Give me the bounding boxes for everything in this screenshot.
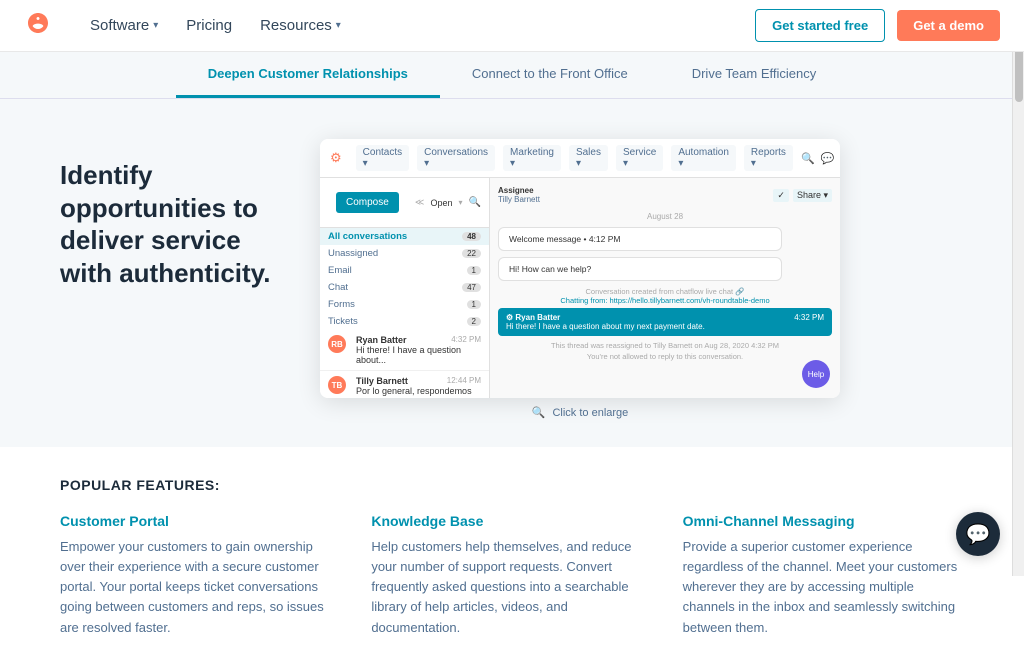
mock-nav-sales: Sales ▾: [569, 145, 608, 171]
chat-widget-button[interactable]: 💬: [956, 512, 1000, 556]
mock-search-icon: 🔍: [469, 197, 481, 208]
nav-resources[interactable]: Resources ▾: [246, 0, 355, 52]
mock-share-icon: Share ▾: [793, 189, 832, 202]
hubspot-logo[interactable]: [24, 9, 52, 43]
mock-system-no-reply: You're not allowed to reply to this conv…: [498, 352, 832, 361]
mock-message-howcanwehelp: Hi! How can we help?: [498, 257, 782, 281]
hero-section: Identify opportunities to deliver servic…: [0, 99, 1024, 447]
tab-drive-efficiency[interactable]: Drive Team Efficiency: [660, 52, 849, 98]
mock-assignee-label: Assignee: [498, 186, 540, 195]
mock-conv-name-tilly1: Tilly Barnett: [356, 376, 408, 386]
mock-conv-name-ryan: Ryan Batter: [356, 335, 407, 345]
mock-nav-conversations: Conversations ▾: [417, 145, 495, 171]
mock-conv-preview-tilly1: Por lo general, respondemos en u...: [356, 386, 481, 398]
feature-knowledge-base: Knowledge Base Help customers help thems…: [371, 513, 652, 638]
mock-all-badge: 48: [462, 232, 481, 241]
mock-nav-automation: Automation ▾: [671, 145, 736, 171]
chevron-down-icon-resources: ▾: [336, 20, 341, 31]
mock-conv-tilly1: TB Tilly Barnett 12:44 PM Por lo general…: [320, 371, 489, 398]
mock-check-icon: ✓: [773, 189, 789, 202]
mock-conv-ryan: RB Ryan Batter 4:32 PM Hi there! I have …: [320, 330, 489, 371]
mock-ryan-time: 4:32 PM: [794, 313, 824, 322]
mock-unassigned-badge: 22: [462, 249, 481, 258]
mock-message-welcome: Welcome message • 4:12 PM: [498, 227, 782, 251]
hero-headline: Identify opportunities to deliver servic…: [60, 159, 280, 289]
mock-inbox-body: Compose ≪ Open ▾ 🔍 All conversations 48: [320, 178, 840, 398]
tab-deepen-relationships[interactable]: Deepen Customer Relationships: [176, 52, 440, 98]
chevron-down-icon: ▾: [153, 20, 158, 31]
mock-action-icons: ✓ Share ▾: [773, 189, 832, 202]
mock-conversation-header: Assignee Tilly Barnett ✓ Share ▾: [498, 186, 832, 204]
mock-nav-marketing: Marketing ▾: [503, 145, 561, 171]
mock-message-ryan-highlight: ⚙ Ryan Batter 4:32 PM Hi there! I have a…: [498, 308, 832, 336]
mock-compose-btn: Compose: [336, 192, 399, 213]
mock-conv-time-tilly1: 12:44 PM: [447, 376, 481, 386]
chat-icon: 💬: [821, 152, 835, 165]
hero-text: Identify opportunities to deliver servic…: [60, 139, 280, 289]
feature-customer-portal-title: Customer Portal: [60, 513, 341, 529]
magnify-icon: 🔍: [532, 407, 546, 419]
feature-omni-channel: Omni-Channel Messaging Provide a superio…: [683, 513, 964, 638]
product-screenshot: ⚙ Contacts ▾ Conversations ▾ Marketing ▾…: [320, 139, 840, 398]
get-a-demo-button[interactable]: Get a demo: [897, 10, 1000, 41]
mock-assignee-area: Assignee Tilly Barnett: [498, 186, 540, 204]
mock-tickets-badge: 2: [467, 317, 481, 326]
scrollbar[interactable]: [1012, 0, 1024, 576]
mock-forms: Forms 1: [320, 296, 489, 313]
mock-nav-contacts: Contacts ▾: [356, 145, 409, 171]
mock-chat-badge: 47: [462, 283, 481, 292]
mock-unassigned: Unassigned 22: [320, 245, 489, 262]
mock-tickets: Tickets 2: [320, 313, 489, 330]
get-started-free-button[interactable]: Get started free: [755, 9, 885, 42]
mock-open-label: Open: [431, 198, 453, 208]
feature-knowledge-base-desc: Help customers help themselves, and redu…: [371, 537, 652, 638]
mock-email: Email 1: [320, 262, 489, 279]
feature-omni-channel-title: Omni-Channel Messaging: [683, 513, 964, 529]
mock-logo: ⚙: [330, 150, 342, 166]
nav-pricing[interactable]: Pricing: [172, 0, 246, 52]
mock-forms-badge: 1: [467, 300, 481, 309]
mock-topbar: ⚙ Contacts ▾ Conversations ▾ Marketing ▾…: [320, 139, 840, 178]
mock-link-chatting: Chatting from: https://hello.tillybarnet…: [560, 296, 769, 305]
mock-assignee-name: Tilly Barnett: [498, 195, 540, 204]
nav-software[interactable]: Software ▾: [76, 0, 172, 52]
feature-customer-portal: Customer Portal Empower your customers t…: [60, 513, 341, 638]
navbar: Software ▾ Pricing Resources ▾ Get start…: [0, 0, 1024, 52]
tab-connect-front-office[interactable]: Connect to the Front Office: [440, 52, 660, 98]
mock-chat: Chat 47: [320, 279, 489, 296]
feature-customer-portal-desc: Empower your customers to gain ownership…: [60, 537, 341, 638]
mock-nav-icons: 🔍 💬 ⚙ 🔔 ●: [801, 152, 840, 165]
mock-avatar-ryan: RB: [328, 335, 346, 353]
mock-conversation-main: Assignee Tilly Barnett ✓ Share ▾ August …: [490, 178, 840, 398]
mock-help-button[interactable]: Help: [802, 360, 830, 388]
feature-omni-channel-desc: Provide a superior customer experience r…: [683, 537, 964, 638]
search-icon: 🔍: [801, 152, 815, 165]
click-enlarge-label[interactable]: 🔍 Click to enlarge: [320, 398, 840, 427]
mock-system-msg-chatflow: Conversation created from chatflow live …: [498, 287, 832, 305]
mock-nav-reports: Reports ▾: [744, 145, 793, 171]
mock-all-conversations: All conversations 48: [320, 228, 489, 245]
mock-nav-service: Service ▾: [616, 145, 663, 171]
features-section: POPULAR FEATURES: Customer Portal Empowe…: [0, 447, 1024, 668]
nav-links: Software ▾ Pricing Resources ▾: [76, 0, 755, 52]
mock-conv-preview-ryan: Hi there! I have a question about...: [356, 345, 481, 365]
navbar-actions: Get started free Get a demo: [755, 9, 1000, 42]
features-grid: Customer Portal Empower your customers t…: [60, 513, 964, 638]
feature-knowledge-base-title: Knowledge Base: [371, 513, 652, 529]
tabs-bar: Deepen Customer Relationships Connect to…: [0, 52, 1024, 99]
features-title: POPULAR FEATURES:: [60, 477, 964, 493]
chat-widget-icon: 💬: [966, 522, 991, 547]
mock-sidebar: Compose ≪ Open ▾ 🔍 All conversations 48: [320, 178, 490, 398]
mock-date-divider: August 28: [498, 212, 832, 221]
mock-email-badge: 1: [467, 266, 481, 275]
mock-conv-time-ryan: 4:32 PM: [451, 335, 481, 345]
mock-ryan-name: ⚙ Ryan Batter: [506, 313, 560, 322]
mock-system-reassigned: This thread was reassigned to Tilly Barn…: [498, 341, 832, 350]
mock-avatar-tilly1: TB: [328, 376, 346, 394]
